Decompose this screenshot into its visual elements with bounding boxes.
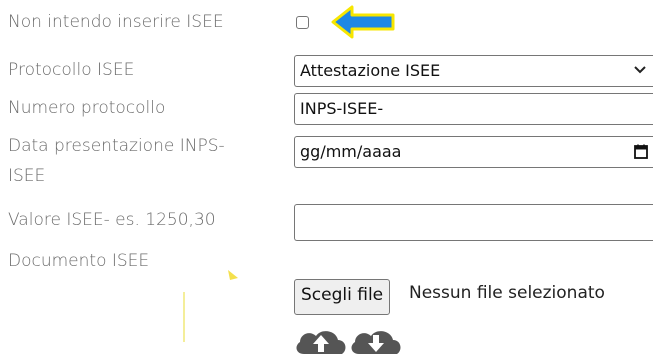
protocol-number-value: INPS-ISEE- (300, 99, 384, 118)
cloud-download-icon[interactable] (349, 328, 403, 354)
annotation-line (183, 292, 185, 342)
cloud-upload-icon[interactable] (294, 328, 348, 354)
date-input[interactable]: gg/mm/aaaa (294, 136, 653, 168)
annotation-mark (228, 270, 238, 280)
protocol-number-label: Numero protocollo (8, 98, 166, 118)
opt-out-checkbox[interactable] (296, 16, 309, 29)
date-placeholder: gg/mm/aaaa (300, 142, 402, 161)
protocol-type-value: Attestazione ISEE (300, 61, 441, 80)
protocol-number-input[interactable]: INPS-ISEE- (294, 93, 653, 125)
document-label: Documento ISEE (8, 251, 150, 271)
date-label-line2: ISEE (8, 166, 46, 186)
chevron-down-icon (634, 66, 646, 74)
isee-value-label: Valore ISEE- es. 1250,30 (8, 210, 216, 230)
opt-out-label: Non intendo inserire ISEE (8, 12, 224, 32)
protocol-type-select[interactable]: Attestazione ISEE (294, 55, 653, 87)
arrow-left-icon (331, 5, 395, 39)
isee-value-input[interactable] (294, 204, 653, 241)
file-status-text: Nessun file selezionato (409, 283, 605, 303)
choose-file-button[interactable]: Scegli file (294, 279, 391, 315)
calendar-icon[interactable] (634, 144, 648, 159)
date-label-line1: Data presentazione INPS- (8, 136, 225, 156)
protocol-type-label: Protocollo ISEE (8, 60, 135, 80)
